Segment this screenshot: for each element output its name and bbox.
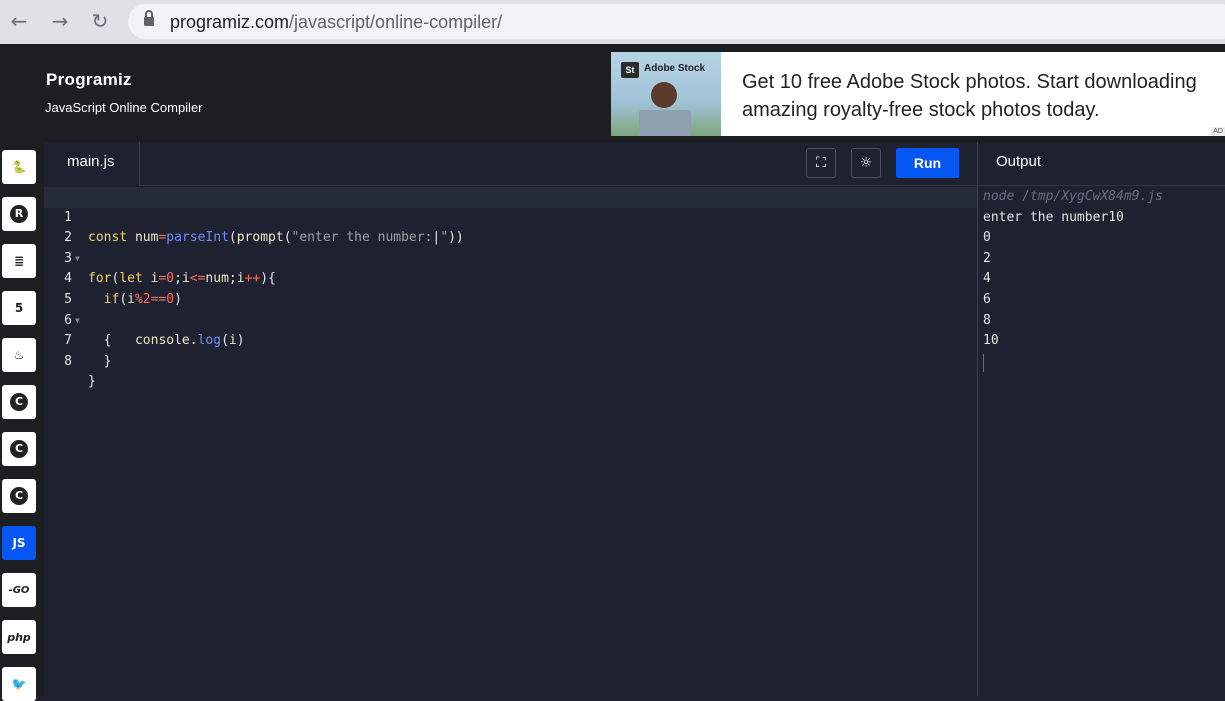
url-host: programiz.com: [170, 12, 290, 32]
r-icon: R: [10, 205, 28, 223]
output-console[interactable]: node /tmp/XygCwX84m9.js enter the number…: [983, 187, 1163, 372]
output-pane: Output node /tmp/XygCwX84m9.js enter the…: [977, 142, 1225, 696]
url-path: /javascript/online-compiler/: [289, 12, 503, 32]
lang-cpp-button[interactable]: C: [2, 432, 36, 466]
code-line[interactable]: 7 }: [44, 311, 977, 369]
js-icon[interactable]: JS: [2, 526, 36, 560]
output-line: 2: [983, 250, 991, 266]
reload-icon[interactable]: ↻: [87, 8, 113, 34]
address-bar[interactable]: programiz.com/javascript/online-compiler…: [128, 4, 1225, 39]
database-icon[interactable]: ≣: [2, 244, 36, 278]
editor-tabbar: main.js ⛶ ☼ Run: [44, 142, 977, 186]
code-text: }: [103, 353, 112, 369]
browser-toolbar: ← → ↻ programiz.com/javascript/online-co…: [0, 0, 1225, 44]
ad-person-image: [651, 82, 677, 108]
run-button[interactable]: Run: [896, 148, 959, 178]
code-line[interactable]: 5 ▼ {: [44, 269, 977, 348]
programiz-logo[interactable]: Programiz: [46, 70, 132, 90]
page-subtitle: JavaScript Online Compiler: [45, 100, 203, 115]
adobe-stock-badge: St: [621, 62, 639, 78]
output-command: node /tmp/XygCwX84m9.js: [983, 189, 1164, 204]
ad-tag[interactable]: AD: [1211, 127, 1225, 136]
go-icon[interactable]: -GO: [2, 573, 36, 607]
theme-toggle-icon[interactable]: ☼: [851, 148, 881, 178]
site-header: Programiz JavaScript Online Compiler St …: [0, 44, 1225, 142]
output-line: enter the number10: [983, 209, 1124, 225]
cpp-icon: C: [10, 440, 28, 458]
line-number: 8: [64, 353, 72, 369]
back-arrow-icon[interactable]: ←: [6, 8, 32, 34]
output-line: 6: [983, 291, 991, 307]
lang-c-button[interactable]: C: [2, 385, 36, 419]
code-text: }: [88, 374, 96, 390]
code-line[interactable]: 2 ▼ for(let i=0;i<=num;i++){: [44, 208, 977, 286]
output-line: 4: [983, 271, 991, 287]
code-line[interactable]: 4 if(i%2==0): [44, 249, 977, 307]
advertisement-banner[interactable]: St Adobe Stock Get 10 free Adobe Stock p…: [611, 52, 1225, 136]
code-line[interactable]: 1 const num=parseInt(prompt("enter the n…: [44, 187, 977, 245]
ad-image[interactable]: St Adobe Stock: [611, 52, 721, 136]
c-icon: C: [10, 393, 28, 411]
code-area[interactable]: 1 const num=parseInt(prompt("enter the n…: [44, 187, 977, 390]
forward-arrow-icon[interactable]: →: [47, 8, 73, 34]
csharp-icon: C: [10, 487, 28, 505]
python-icon[interactable]: 🐍: [2, 150, 36, 184]
tab-main-js[interactable]: main.js: [44, 142, 140, 186]
lock-icon[interactable]: [144, 10, 154, 27]
fullscreen-icon[interactable]: ⛶: [806, 148, 836, 178]
code-line[interactable]: 8 }: [44, 331, 977, 390]
output-title: Output: [978, 142, 1225, 186]
java-icon[interactable]: ♨: [2, 338, 36, 372]
language-sidebar: 🐍 R ≣ 5 ♨ C C C JS -GO php 🐦: [0, 142, 44, 701]
input-caret[interactable]: [983, 353, 984, 372]
code-line[interactable]: 3: [44, 228, 977, 266]
adobe-stock-name: Adobe Stock: [644, 63, 706, 74]
output-line: 8: [983, 312, 991, 328]
code-line[interactable]: 6 console.log(i): [44, 290, 977, 349]
output-line: 10: [983, 333, 999, 349]
lang-r-button[interactable]: R: [2, 197, 36, 231]
php-icon[interactable]: php: [2, 620, 36, 654]
ad-laptop-image: [639, 110, 691, 136]
lang-csharp-button[interactable]: C: [2, 479, 36, 513]
code-editor-pane: main.js ⛶ ☼ Run 1 const num=parseInt(pro…: [44, 142, 977, 696]
output-line: 0: [983, 230, 991, 246]
ad-text[interactable]: Get 10 free Adobe Stock photos. Start do…: [742, 68, 1222, 124]
html5-icon[interactable]: 5: [2, 291, 36, 325]
url-text[interactable]: programiz.com/javascript/online-compiler…: [170, 12, 502, 33]
